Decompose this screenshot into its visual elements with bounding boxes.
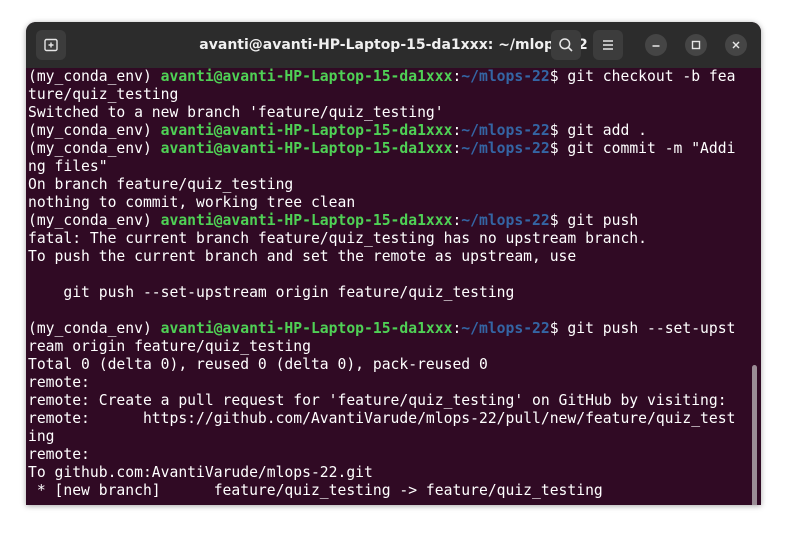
conda-env: (my_conda_env) bbox=[28, 122, 161, 139]
command-text: git checkout -b fea bbox=[558, 68, 736, 85]
terminal-line: * [new branch] feature/quiz_testing -> f… bbox=[28, 482, 603, 499]
terminal-line: ng files" bbox=[28, 158, 108, 175]
conda-env: (my_conda_env) bbox=[28, 320, 161, 337]
prompt-path: ~/mlops-22 bbox=[461, 140, 550, 157]
terminal-line: remote: Create a pull request for 'featu… bbox=[28, 392, 727, 409]
terminal-line: (my_conda_env) avanti@avanti-HP-Laptop-1… bbox=[28, 122, 647, 140]
menu-button[interactable] bbox=[593, 30, 623, 60]
terminal-line: remote: bbox=[28, 374, 99, 391]
search-icon bbox=[559, 38, 573, 52]
prompt-path: ~/mlops-22 bbox=[461, 68, 550, 85]
terminal-line: remote: https://github.com/AvantiVarude/… bbox=[28, 410, 736, 427]
close-button[interactable] bbox=[725, 34, 747, 56]
command-text: git add . bbox=[558, 122, 648, 139]
conda-env: (my_conda_env) bbox=[28, 68, 161, 85]
terminal-line: ture/quiz_testing bbox=[28, 86, 179, 103]
prompt-separator: : bbox=[452, 122, 462, 139]
prompt-path: ~/mlops-22 bbox=[461, 122, 550, 139]
terminal-window: avanti@avanti-HP-Laptop-15-da1xxx: ~/mlo… bbox=[26, 22, 761, 505]
terminal-line: nothing to commit, working tree clean bbox=[28, 194, 356, 211]
terminal-line: remote: bbox=[28, 446, 99, 463]
prompt-path: ~/mlops-22 bbox=[461, 212, 550, 229]
command-text: git commit -m "Addi bbox=[558, 140, 736, 157]
terminal-line: To github.com:AvantiVarude/mlops-22.git bbox=[28, 464, 373, 481]
terminal-output[interactable]: (my_conda_env) avanti@avanti-HP-Laptop-1… bbox=[26, 68, 761, 505]
prompt-dollar: $ bbox=[549, 212, 559, 229]
terminal-line: (my_conda_env) avanti@avanti-HP-Laptop-1… bbox=[28, 140, 735, 158]
minimize-button[interactable] bbox=[645, 34, 667, 56]
prompt-dollar: $ bbox=[549, 68, 559, 85]
terminal-line: ream origin feature/quiz_testing bbox=[28, 338, 311, 355]
hamburger-menu-icon bbox=[603, 40, 613, 50]
minimize-icon bbox=[652, 45, 660, 47]
terminal-line: (my_conda_env) avanti@avanti-HP-Laptop-1… bbox=[28, 320, 735, 338]
vertical-scrollbar[interactable] bbox=[752, 365, 757, 505]
command-text: git push --set-upst bbox=[558, 320, 736, 337]
maximize-icon bbox=[691, 40, 701, 50]
close-icon bbox=[732, 41, 740, 49]
prompt-user-host: avanti@avanti-HP-Laptop-15-da1xxx bbox=[160, 212, 453, 229]
prompt-separator: : bbox=[452, 212, 462, 229]
prompt-dollar: $ bbox=[549, 122, 559, 139]
terminal-line: On branch feature/quiz_testing bbox=[28, 176, 294, 193]
prompt-user-host: avanti@avanti-HP-Laptop-15-da1xxx bbox=[160, 122, 453, 139]
terminal-line: Total 0 (delta 0), reused 0 (delta 0), p… bbox=[28, 356, 488, 373]
maximize-button[interactable] bbox=[685, 34, 707, 56]
conda-env: (my_conda_env) bbox=[28, 140, 161, 157]
title-bar[interactable]: avanti@avanti-HP-Laptop-15-da1xxx: ~/mlo… bbox=[26, 22, 761, 68]
search-button[interactable] bbox=[551, 30, 581, 60]
prompt-user-host: avanti@avanti-HP-Laptop-15-da1xxx bbox=[160, 140, 453, 157]
prompt-dollar: $ bbox=[549, 140, 559, 157]
terminal-line: To push the current branch and set the r… bbox=[28, 248, 577, 265]
prompt-separator: : bbox=[452, 140, 462, 157]
prompt-user-host: avanti@avanti-HP-Laptop-15-da1xxx bbox=[160, 320, 453, 337]
terminal-line: git push --set-upstream origin feature/q… bbox=[28, 284, 515, 301]
new-tab-button[interactable] bbox=[36, 30, 66, 60]
prompt-path: ~/mlops-22 bbox=[461, 320, 550, 337]
terminal-line: Switched to a new branch 'feature/quiz_t… bbox=[28, 104, 444, 121]
terminal-line: (my_conda_env) avanti@avanti-HP-Laptop-1… bbox=[28, 212, 638, 230]
conda-env: (my_conda_env) bbox=[28, 212, 161, 229]
terminal-line: (my_conda_env) avanti@avanti-HP-Laptop-1… bbox=[28, 68, 735, 86]
prompt-separator: : bbox=[452, 320, 462, 337]
new-tab-icon bbox=[44, 38, 58, 52]
prompt-dollar: $ bbox=[549, 320, 559, 337]
prompt-separator: : bbox=[452, 68, 462, 85]
command-text: git push bbox=[558, 212, 639, 229]
terminal-line: fatal: The current branch feature/quiz_t… bbox=[28, 230, 647, 247]
terminal-line: ing bbox=[28, 428, 55, 445]
prompt-user-host: avanti@avanti-HP-Laptop-15-da1xxx bbox=[160, 68, 453, 85]
